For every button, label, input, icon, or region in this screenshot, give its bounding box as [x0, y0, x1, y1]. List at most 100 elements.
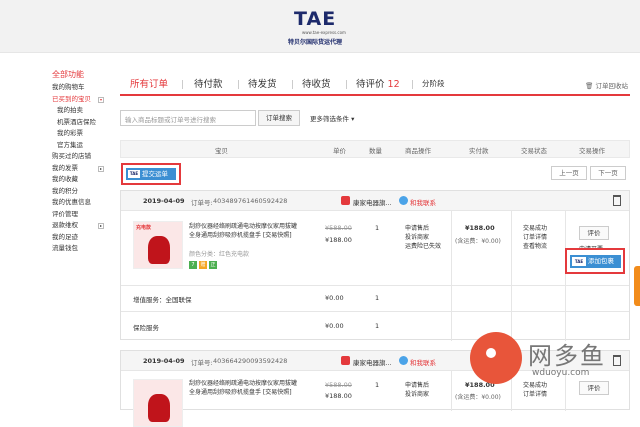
tab-divider	[346, 80, 347, 89]
order-status: 交易成功 订单详情 查看物流	[523, 224, 547, 251]
order-number-label: 订单号:	[191, 199, 213, 207]
sidebar-item-label: 我的优惠信息	[52, 198, 91, 206]
sidebar-item[interactable]: 我的优惠信息	[52, 197, 112, 209]
order-number: 403489761460592428	[213, 197, 288, 205]
after-sale-link[interactable]: 申请售后	[405, 224, 441, 233]
order-header: 2019-04-09 订单号: 403489761460592428 康家电器旗…	[121, 191, 629, 211]
submit-waybill-highlight: TAE 提交运单	[121, 163, 181, 185]
product-variant: 颜色分类：红色充电款	[189, 251, 250, 258]
product-thumbnail[interactable]: 充电款	[133, 221, 183, 269]
logo-name-cn: 特贝尔国际货运代理	[288, 39, 343, 46]
tab-pending-receive[interactable]: 待收货	[302, 76, 331, 90]
tab-label: 所有订单	[130, 79, 169, 90]
delete-order-icon[interactable]	[613, 195, 621, 206]
shop-name-link[interactable]: 康家电器旗...	[353, 357, 392, 367]
service-label: 保险服务	[133, 324, 159, 332]
order-number-label: 订单号:	[191, 359, 213, 367]
seven-day-return-badge[interactable]: 7	[189, 261, 197, 269]
order-search-input[interactable]: 输入商品标题或订单号进行搜索	[120, 110, 256, 126]
gift-badge[interactable]: 赠	[199, 261, 207, 269]
table-header: 宝贝 单价 数量 商品操作 实付款 交易状态 交易操作	[120, 140, 630, 158]
product-title-link[interactable]: 刮痧仪器经络刷疏通电动按摩仪家用拔罐全身通用刮痧吸痧机揽盘手 [交易快照]	[189, 379, 301, 397]
prev-page-button[interactable]: 上一页	[551, 166, 587, 180]
sidebar-item[interactable]: 我的积分	[52, 186, 112, 198]
expand-arrow-icon[interactable]: ▾	[98, 96, 104, 103]
sidebar-item[interactable]: 我的收藏	[52, 174, 112, 186]
tab-pending-payment[interactable]: 待付款	[194, 76, 223, 90]
service-row: 增值服务：全国联保 ¥0.00 1	[121, 285, 629, 311]
tab-staged[interactable]: 分阶段	[422, 78, 445, 89]
floating-side-tab[interactable]	[634, 266, 640, 306]
next-page-button[interactable]: 下一页	[590, 166, 626, 180]
product-title-link[interactable]: 刮痧仪器经络刷疏通电动按摩仪家用拔罐全身通用刮痧吸痧机揽盘手 [交易快照]	[189, 222, 301, 240]
unit-price: ¥188.00	[325, 392, 352, 400]
recycle-bin-link[interactable]: 🗑 订单回收站	[585, 80, 628, 90]
chat-icon	[399, 356, 408, 365]
order-tabs: 所有订单 待付款 待发货 待收货 待评价 12 分阶段 🗑 订单回收站	[120, 72, 630, 96]
order-date: 2019-04-09	[143, 357, 185, 365]
complain-link[interactable]: 投诉商家	[405, 390, 429, 399]
genuine-badge[interactable]: 正	[209, 261, 217, 269]
tab-label: 分阶段	[422, 79, 445, 88]
col-header-item-ops: 商品操作	[405, 147, 431, 155]
sidebar-item[interactable]: 官方集运	[52, 140, 112, 152]
add-package-button[interactable]: TAE 添加包裹	[570, 255, 621, 268]
shop-icon	[341, 196, 350, 205]
sidebar-item[interactable]: 我的发票 ▸	[52, 163, 112, 175]
sidebar-item[interactable]: 机票酒店保险	[52, 117, 112, 129]
tab-pending-review[interactable]: 待评价 12	[356, 76, 400, 90]
freight-insurance-text: 运费险已失效	[405, 243, 442, 250]
sidebar-item-label: 我的发票	[52, 163, 78, 172]
order-number: 403664290093592428	[213, 357, 288, 365]
review-button[interactable]: 评价	[579, 226, 609, 240]
sidebar-item[interactable]: 评价管理	[52, 209, 112, 221]
sidebar-item-label: 我的彩票	[57, 129, 83, 137]
order-detail-link[interactable]: 订单详情	[523, 233, 547, 242]
tab-divider	[292, 80, 293, 89]
more-filters-link[interactable]: 更多筛选条件 ▾	[310, 113, 354, 123]
tab-label: 待付款	[194, 79, 223, 90]
status-text: 交易成功	[523, 225, 548, 232]
service-price: ¥0.00	[325, 294, 344, 302]
quantity: 1	[375, 224, 380, 232]
contact-seller-link[interactable]: 和我联系	[410, 357, 436, 367]
tab-label: 待发货	[248, 79, 277, 90]
product-thumbnail[interactable]	[133, 379, 183, 427]
after-sale-link[interactable]: 申请售后	[405, 381, 429, 390]
tab-label: 待评价	[356, 79, 385, 90]
sidebar-item-label: 评价管理	[52, 209, 78, 218]
sidebar-item[interactable]: 我的彩票	[52, 128, 112, 140]
watermark-url: wduoyu.com	[532, 368, 590, 378]
submit-waybill-button[interactable]: TAE 提交运单	[126, 168, 176, 180]
sidebar-item-label: 流量钱包	[52, 244, 78, 252]
recycle-label: 订单回收站	[595, 82, 629, 90]
sidebar-item[interactable]: 流量钱包	[52, 243, 112, 255]
expand-arrow-icon[interactable]: ▸	[98, 165, 104, 172]
tab-label: 待收货	[302, 79, 331, 90]
tab-pending-ship[interactable]: 待发货	[248, 76, 277, 90]
sidebar-item[interactable]: 我的购物车	[52, 82, 112, 94]
sidebar-item[interactable]: 购买过的店铺	[52, 151, 112, 163]
expand-arrow-icon[interactable]: ▸	[98, 223, 104, 229]
sidebar-item[interactable]: 已买到的宝贝 ▾	[52, 94, 112, 106]
contact-seller-link[interactable]: 和我联系	[410, 197, 436, 207]
view-logistics-link[interactable]: 查看物流	[523, 242, 547, 251]
shop-name-link[interactable]: 康家电器旗...	[353, 197, 392, 207]
service-label: 增值服务：全国联保	[133, 296, 192, 304]
order-card: 2019-04-09 订单号: 403489761460592428 康家电器旗…	[120, 190, 630, 341]
order-search-button[interactable]: 订单搜索	[258, 110, 300, 126]
top-header: TAE www.tae-express.com 特贝尔国际货运代理	[0, 0, 640, 53]
sidebar-item[interactable]: 退款维权 ▸	[52, 220, 112, 232]
tab-divider	[412, 80, 413, 89]
tab-all-orders[interactable]: 所有订单	[130, 76, 168, 90]
sidebar-item[interactable]: 全部功能	[52, 68, 112, 82]
shipping-note: (含运费：¥0.00)	[455, 238, 501, 245]
sidebar-item[interactable]: 我的拍卖	[52, 105, 112, 117]
sidebar-item[interactable]: 我的足迹	[52, 232, 112, 244]
tae-logo[interactable]: TAE www.tae-express.com 特贝尔国际货运代理	[288, 8, 368, 48]
complain-link[interactable]: 投诉商家	[405, 233, 441, 242]
service-price: ¥0.00	[325, 322, 344, 330]
paid-amount: ¥188.00	[465, 224, 495, 232]
massager-image	[148, 394, 170, 422]
item-operations: 申请售后 投诉商家	[405, 381, 429, 399]
